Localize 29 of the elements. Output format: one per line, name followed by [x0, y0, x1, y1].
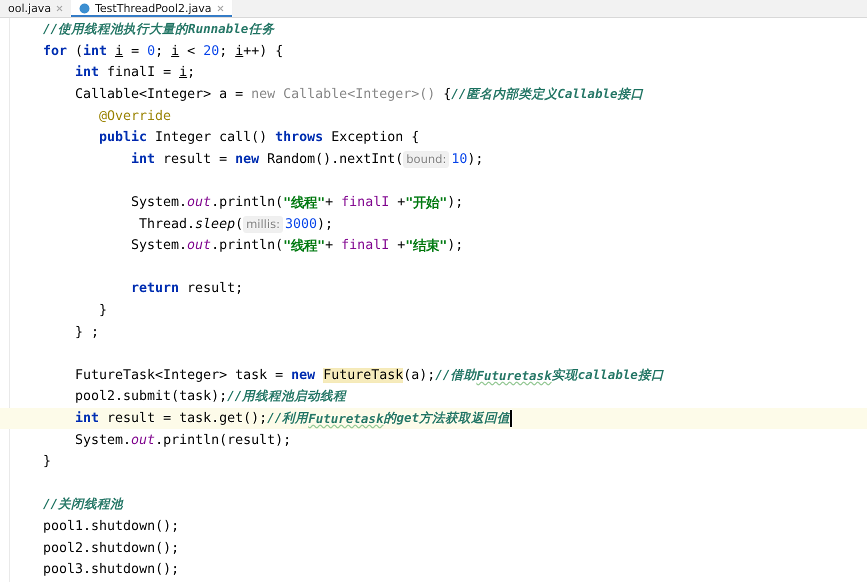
code-line: pool1.shutdown(); — [42, 518, 180, 536]
code-line: System.out.println("线程"+ finalI +"结束"); — [130, 237, 464, 256]
code-line: //使用线程池执行大量的Runnable任务 — [42, 20, 276, 38]
code-line: for (int i = 0; i < 20; i++) { — [42, 42, 284, 61]
code-line: } — [42, 453, 52, 472]
code-line: pool2.submit(task);//用线程池启动线程 — [74, 387, 348, 406]
code-line: pool2.shutdown(); — [42, 540, 180, 558]
code-line: Thread.sleep( millis: 3000); — [138, 214, 334, 235]
code-line: return result; — [130, 280, 244, 298]
code-line: System.out.println(result); — [74, 432, 292, 450]
code-line: FutureTask<Integer> task = new FutureTask(a);//借助Futuretask实现callable接口 — [74, 366, 665, 385]
code-line: //关闭线程池 — [42, 495, 124, 514]
code-line: @Override — [98, 108, 172, 126]
close-icon[interactable] — [216, 5, 224, 12]
code-line: int result = new Random().nextInt( bound: 10); — [130, 150, 484, 170]
class-file-icon — [79, 3, 90, 14]
code-line: System.out.println("线程"+ finalI +"开始"); — [130, 194, 464, 213]
tab-label: ool.java — [8, 2, 52, 15]
code-line: public Integer call() throws Exception { — [98, 129, 420, 148]
code-line: } ; — [74, 324, 100, 342]
file-tab[interactable]: TestThreadPool2.java — [71, 0, 232, 17]
close-icon[interactable] — [56, 5, 64, 12]
code-line: pool3.shutdown(); — [42, 561, 180, 580]
text-caret — [510, 410, 512, 427]
file-tab[interactable]: ool.java — [0, 0, 72, 17]
code-line: } — [98, 302, 108, 320]
code-line: Callable<Integer> a = new Callable<Integer>() {//匿名内部类定义Callable接口 — [74, 85, 645, 104]
tab-label: TestThreadPool2.java — [95, 2, 212, 15]
code-line: int finalI = i; — [74, 64, 196, 82]
